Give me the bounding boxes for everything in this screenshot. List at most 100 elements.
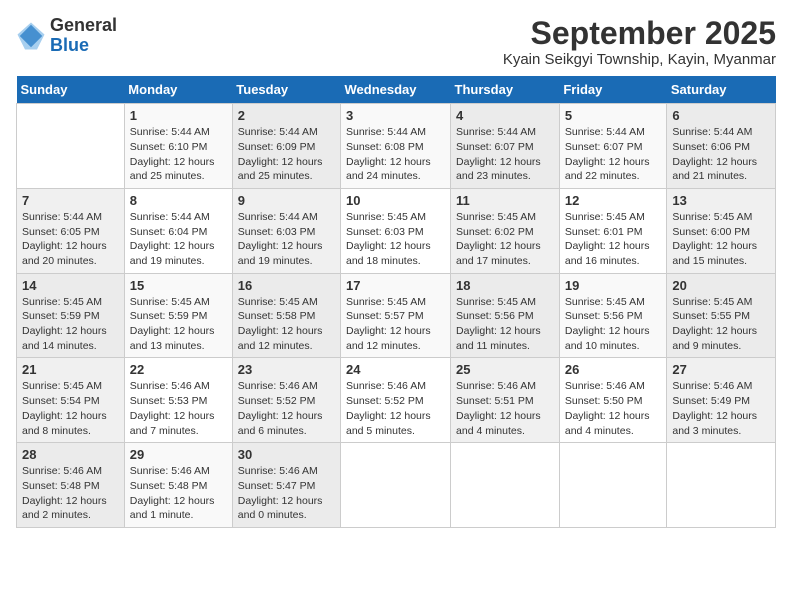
calendar-cell: 17 Sunrise: 5:45 AMSunset: 5:57 PMDayligh… (341, 273, 451, 358)
day-number: 14 (22, 278, 119, 293)
header-cell-monday: Monday (124, 76, 232, 104)
day-info: Sunrise: 5:44 AMSunset: 6:06 PMDaylight:… (672, 125, 770, 184)
calendar-cell: 1 Sunrise: 5:44 AMSunset: 6:10 PMDaylight… (124, 104, 232, 189)
header-cell-saturday: Saturday (667, 76, 776, 104)
header-cell-friday: Friday (559, 76, 667, 104)
logo-general-text: General (50, 15, 117, 35)
day-number: 1 (130, 108, 227, 123)
calendar-cell: 13Sunrise: 5:45 AMSunset: 6:00 PMDayligh… (667, 188, 776, 273)
day-info: Sunrise: 5:45 AMSunset: 6:02 PMDaylight:… (456, 210, 554, 269)
calendar-table: SundayMondayTuesdayWednesdayThursdayFrid… (16, 76, 776, 528)
calendar-body: 1 Sunrise: 5:44 AMSunset: 6:10 PMDaylight… (17, 104, 776, 528)
day-info: Sunrise: 5:44 AMSunset: 6:10 PMDaylight:… (130, 125, 227, 184)
day-info: Sunrise: 5:45 AMSunset: 5:56 PMDaylight:… (456, 295, 554, 354)
day-info: Sunrise: 5:44 AMSunset: 6:07 PMDaylight:… (456, 125, 554, 184)
day-info: Sunrise: 5:44 AMSunset: 6:08 PMDaylight:… (346, 125, 445, 184)
month-title: September 2025 (503, 16, 776, 51)
day-number: 12 (565, 193, 662, 208)
week-row-3: 14 Sunrise: 5:45 AMSunset: 5:59 PMDayligh… (17, 273, 776, 358)
calendar-cell (559, 443, 667, 528)
calendar-cell: 22Sunrise: 5:46 AMSunset: 5:53 PMDayligh… (124, 358, 232, 443)
day-number: 24 (346, 362, 445, 377)
day-number: 4 (456, 108, 554, 123)
calendar-cell: 19 Sunrise: 5:45 AMSunset: 5:56 PMDayligh… (559, 273, 667, 358)
header-cell-tuesday: Tuesday (232, 76, 340, 104)
header-row: SundayMondayTuesdayWednesdayThursdayFrid… (17, 76, 776, 104)
logo-blue-text: Blue (50, 35, 89, 55)
calendar-cell: 23Sunrise: 5:46 AMSunset: 5:52 PMDayligh… (232, 358, 340, 443)
page-header: General Blue September 2025 Kyain Seikgy… (16, 16, 776, 68)
day-info: Sunrise: 5:44 AMSunset: 6:09 PMDaylight:… (238, 125, 335, 184)
calendar-cell: 18 Sunrise: 5:45 AMSunset: 5:56 PMDayligh… (451, 273, 560, 358)
calendar-cell: 4 Sunrise: 5:44 AMSunset: 6:07 PMDaylight… (451, 104, 560, 189)
calendar-cell: 29 Sunrise: 5:46 AMSunset: 5:48 PMDayligh… (124, 443, 232, 528)
calendar-cell: 2 Sunrise: 5:44 AMSunset: 6:09 PMDaylight… (232, 104, 340, 189)
logo-icon (16, 21, 46, 51)
day-number: 17 (346, 278, 445, 293)
day-number: 19 (565, 278, 662, 293)
calendar-cell (17, 104, 125, 189)
day-info: Sunrise: 5:44 AMSunset: 6:05 PMDaylight:… (22, 210, 119, 269)
day-number: 15 (130, 278, 227, 293)
day-number: 16 (238, 278, 335, 293)
header-cell-sunday: Sunday (17, 76, 125, 104)
day-number: 6 (672, 108, 770, 123)
calendar-cell: 3Sunrise: 5:44 AMSunset: 6:08 PMDaylight… (341, 104, 451, 189)
calendar-cell: 24 Sunrise: 5:46 AMSunset: 5:52 PMDayligh… (341, 358, 451, 443)
day-number: 26 (565, 362, 662, 377)
day-info: Sunrise: 5:45 AMSunset: 6:01 PMDaylight:… (565, 210, 662, 269)
day-info: Sunrise: 5:46 AMSunset: 5:51 PMDaylight:… (456, 379, 554, 438)
day-number: 2 (238, 108, 335, 123)
day-number: 25 (456, 362, 554, 377)
logo: General Blue (16, 16, 117, 56)
calendar-cell: 12 Sunrise: 5:45 AMSunset: 6:01 PMDayligh… (559, 188, 667, 273)
calendar-cell (341, 443, 451, 528)
calendar-cell: 15 Sunrise: 5:45 AMSunset: 5:59 PMDayligh… (124, 273, 232, 358)
day-number: 27 (672, 362, 770, 377)
week-row-2: 7 Sunrise: 5:44 AMSunset: 6:05 PMDaylight… (17, 188, 776, 273)
day-info: Sunrise: 5:45 AMSunset: 5:54 PMDaylight:… (22, 379, 119, 438)
day-number: 11 (456, 193, 554, 208)
week-row-5: 28 Sunrise: 5:46 AMSunset: 5:48 PMDayligh… (17, 443, 776, 528)
day-info: Sunrise: 5:45 AMSunset: 5:57 PMDaylight:… (346, 295, 445, 354)
day-number: 29 (130, 447, 227, 462)
day-number: 10 (346, 193, 445, 208)
day-info: Sunrise: 5:45 AMSunset: 5:59 PMDaylight:… (130, 295, 227, 354)
title-block: September 2025 Kyain Seikgyi Township, K… (503, 16, 776, 68)
day-number: 18 (456, 278, 554, 293)
calendar-cell: 14Sunrise: 5:45 AMSunset: 5:59 PMDayligh… (17, 273, 125, 358)
week-row-1: 1 Sunrise: 5:44 AMSunset: 6:10 PMDaylight… (17, 104, 776, 189)
day-number: 7 (22, 193, 119, 208)
calendar-cell: 11 Sunrise: 5:45 AMSunset: 6:02 PMDayligh… (451, 188, 560, 273)
calendar-cell: 21Sunrise: 5:45 AMSunset: 5:54 PMDayligh… (17, 358, 125, 443)
calendar-cell: 25 Sunrise: 5:46 AMSunset: 5:51 PMDayligh… (451, 358, 560, 443)
day-info: Sunrise: 5:45 AMSunset: 6:00 PMDaylight:… (672, 210, 770, 269)
day-number: 20 (672, 278, 770, 293)
calendar-cell: 20 Sunrise: 5:45 AMSunset: 5:55 PMDayligh… (667, 273, 776, 358)
day-info: Sunrise: 5:45 AMSunset: 5:55 PMDaylight:… (672, 295, 770, 354)
day-info: Sunrise: 5:46 AMSunset: 5:48 PMDaylight:… (22, 464, 119, 523)
day-info: Sunrise: 5:46 AMSunset: 5:50 PMDaylight:… (565, 379, 662, 438)
calendar-cell: 26 Sunrise: 5:46 AMSunset: 5:50 PMDayligh… (559, 358, 667, 443)
day-info: Sunrise: 5:46 AMSunset: 5:53 PMDaylight:… (130, 379, 227, 438)
day-info: Sunrise: 5:45 AMSunset: 6:03 PMDaylight:… (346, 210, 445, 269)
day-number: 9 (238, 193, 335, 208)
day-info: Sunrise: 5:46 AMSunset: 5:48 PMDaylight:… (130, 464, 227, 523)
day-info: Sunrise: 5:44 AMSunset: 6:04 PMDaylight:… (130, 210, 227, 269)
day-info: Sunrise: 5:45 AMSunset: 5:56 PMDaylight:… (565, 295, 662, 354)
day-info: Sunrise: 5:46 AMSunset: 5:47 PMDaylight:… (238, 464, 335, 523)
week-row-4: 21Sunrise: 5:45 AMSunset: 5:54 PMDayligh… (17, 358, 776, 443)
header-cell-thursday: Thursday (451, 76, 560, 104)
day-info: Sunrise: 5:46 AMSunset: 5:49 PMDaylight:… (672, 379, 770, 438)
day-number: 23 (238, 362, 335, 377)
calendar-header: SundayMondayTuesdayWednesdayThursdayFrid… (17, 76, 776, 104)
calendar-cell: 10 Sunrise: 5:45 AMSunset: 6:03 PMDayligh… (341, 188, 451, 273)
day-info: Sunrise: 5:46 AMSunset: 5:52 PMDaylight:… (346, 379, 445, 438)
day-number: 28 (22, 447, 119, 462)
calendar-cell (451, 443, 560, 528)
day-info: Sunrise: 5:44 AMSunset: 6:03 PMDaylight:… (238, 210, 335, 269)
calendar-cell: 6 Sunrise: 5:44 AMSunset: 6:06 PMDaylight… (667, 104, 776, 189)
calendar-cell: 7 Sunrise: 5:44 AMSunset: 6:05 PMDaylight… (17, 188, 125, 273)
calendar-cell (667, 443, 776, 528)
day-number: 8 (130, 193, 227, 208)
